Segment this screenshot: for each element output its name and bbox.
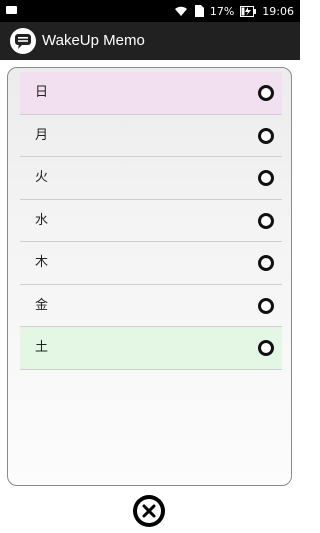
day-row-sunday[interactable]: 日 bbox=[20, 72, 282, 115]
wifi-icon bbox=[174, 6, 187, 16]
close-button[interactable] bbox=[133, 495, 165, 527]
radio-button[interactable] bbox=[258, 127, 274, 144]
day-label: 木 bbox=[35, 255, 49, 270]
day-row-monday[interactable]: 月 bbox=[20, 115, 282, 157]
close-circle-icon bbox=[137, 499, 161, 523]
radio-button[interactable] bbox=[258, 170, 274, 186]
day-list: 日 月 火 水 木 金 土 bbox=[20, 72, 282, 370]
day-row-tuesday[interactable]: 火 bbox=[20, 157, 282, 200]
radio-button[interactable] bbox=[258, 340, 274, 356]
day-label: 火 bbox=[35, 170, 49, 185]
radio-button[interactable] bbox=[258, 212, 274, 229]
status-bar: 17% 19:06 bbox=[0, 0, 300, 22]
day-row-thursday[interactable]: 木 bbox=[20, 242, 282, 285]
radio-button[interactable] bbox=[258, 255, 274, 271]
sim-card-icon bbox=[194, 5, 204, 17]
clock: 19:06 bbox=[262, 4, 294, 18]
app-title: WakeUp Memo bbox=[42, 32, 145, 49]
app-bar: WakeUp Memo bbox=[0, 22, 300, 60]
day-row-friday[interactable]: 金 bbox=[20, 285, 282, 327]
day-label: 日 bbox=[35, 85, 49, 100]
day-label: 水 bbox=[35, 212, 49, 228]
day-label: 土 bbox=[35, 340, 49, 355]
image-notification-icon bbox=[6, 6, 17, 14]
day-row-wednesday[interactable]: 水 bbox=[20, 200, 282, 242]
radio-button[interactable] bbox=[258, 85, 274, 101]
battery-charging-icon bbox=[240, 5, 257, 17]
battery-percentage: 17% bbox=[209, 4, 235, 18]
day-label: 金 bbox=[35, 297, 49, 313]
status-indicators: 17% 19:06 bbox=[174, 0, 294, 22]
radio-button[interactable] bbox=[258, 297, 274, 314]
day-row-saturday[interactable]: 土 bbox=[20, 327, 282, 370]
day-label: 月 bbox=[35, 127, 49, 143]
day-selection-panel: 日 月 火 水 木 金 土 bbox=[7, 67, 292, 486]
chat-bubble-icon bbox=[10, 28, 36, 54]
